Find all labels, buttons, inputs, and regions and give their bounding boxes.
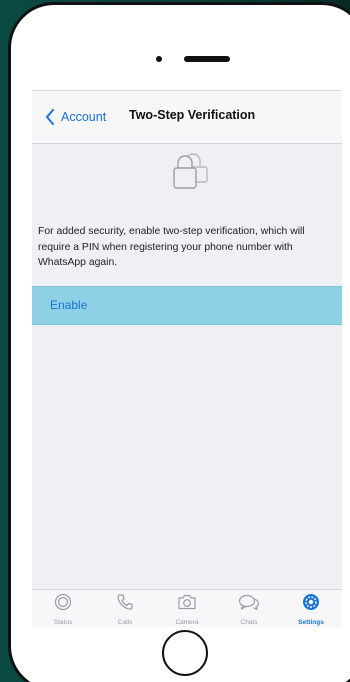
description-text: For added security, enable two-step veri…	[38, 226, 305, 268]
phone-icon	[117, 594, 133, 610]
home-button[interactable]	[162, 630, 208, 676]
enable-label: Enable	[50, 298, 88, 312]
tab-settings[interactable]: Settings	[280, 590, 342, 627]
back-button-label: Account	[61, 110, 107, 124]
tab-settings-label: Settings	[298, 619, 324, 626]
tab-calls-label: Calls	[117, 619, 133, 626]
front-camera	[156, 56, 162, 62]
tab-camera-label: Camera	[175, 619, 199, 626]
earpiece-speaker	[184, 56, 230, 62]
navigation-bar: Account Two-Step Verification	[32, 91, 342, 144]
camera-icon	[178, 594, 196, 610]
tab-chats-label: Chats	[240, 619, 258, 626]
lock-icon	[173, 153, 208, 189]
status-icon	[54, 593, 72, 611]
chat-bubbles-icon	[238, 594, 260, 611]
tab-calls[interactable]: Calls	[94, 590, 156, 627]
chevron-left-icon	[46, 109, 54, 125]
back-button[interactable]: Account	[44, 107, 106, 127]
enable-button[interactable]: Enable	[32, 286, 342, 325]
background: Account Two-Step Verification For added …	[0, 0, 350, 682]
page-title: Two-Step Verification	[129, 108, 256, 122]
gear-icon	[303, 594, 319, 610]
tab-chats[interactable]: Chats	[218, 590, 280, 627]
tab-status[interactable]: Status	[32, 590, 94, 627]
tab-camera[interactable]: Camera	[156, 590, 218, 627]
phone-frame: Account Two-Step Verification For added …	[8, 2, 350, 682]
app-screen: Account Two-Step Verification For added …	[32, 90, 342, 627]
tab-status-label: Status	[53, 619, 73, 626]
tab-bar: Status Calls Camera Chats Settings	[32, 589, 342, 627]
